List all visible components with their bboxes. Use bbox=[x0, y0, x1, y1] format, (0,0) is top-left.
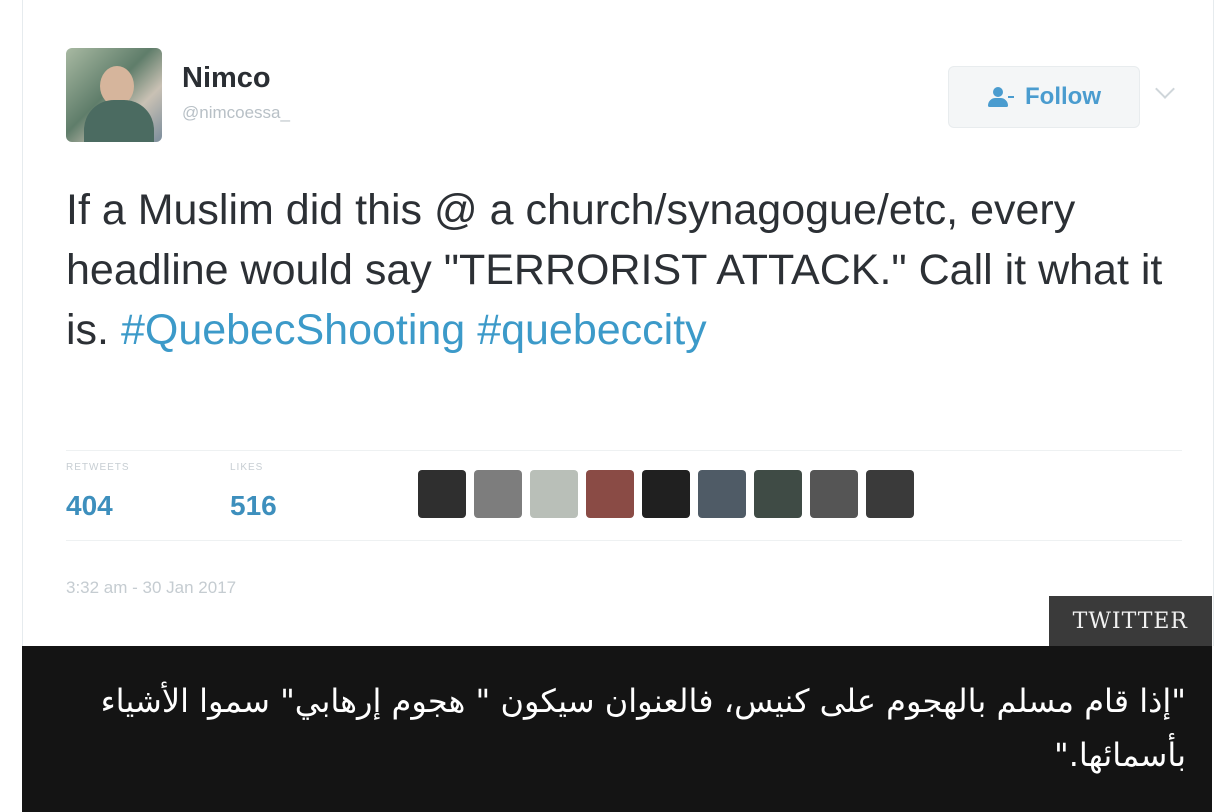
tweet-timestamp[interactable]: 3:32 am - 30 Jan 2017 bbox=[66, 578, 236, 598]
likes-count[interactable]: 516 bbox=[230, 490, 277, 522]
author-avatar[interactable] bbox=[66, 48, 162, 142]
divider bbox=[66, 540, 1182, 541]
liker-avatar[interactable] bbox=[642, 470, 690, 518]
liker-avatar[interactable] bbox=[698, 470, 746, 518]
retweets-count[interactable]: 404 bbox=[66, 490, 113, 522]
author-handle[interactable]: @nimcoessa_ bbox=[182, 103, 290, 123]
liker-avatar[interactable] bbox=[418, 470, 466, 518]
follow-label: Follow bbox=[1025, 83, 1101, 110]
avatar-body bbox=[84, 100, 154, 142]
hashtag-link[interactable]: #quebeccity bbox=[477, 306, 707, 354]
liker-avatar[interactable] bbox=[586, 470, 634, 518]
source-badge: TWITTER bbox=[1048, 596, 1212, 646]
liker-avatars bbox=[418, 470, 914, 518]
image-caption: "إذا قام مسلم بالهجوم على كنيس، فالعنوان… bbox=[22, 646, 1212, 812]
liker-avatar[interactable] bbox=[866, 470, 914, 518]
retweets-label: RETWEETS bbox=[66, 462, 130, 473]
hashtag-link[interactable]: #QuebecShooting bbox=[121, 306, 465, 354]
liker-avatar[interactable] bbox=[530, 470, 578, 518]
liker-avatar[interactable] bbox=[810, 470, 858, 518]
author-name[interactable]: Nimco bbox=[182, 62, 271, 95]
liker-avatar[interactable] bbox=[754, 470, 802, 518]
add-person-icon bbox=[987, 87, 1015, 107]
liker-avatar[interactable] bbox=[474, 470, 522, 518]
tweet-text: If a Muslim did this @ a church/synagogu… bbox=[66, 180, 1166, 360]
likes-label: LIKES bbox=[230, 462, 264, 473]
follow-button[interactable]: Follow bbox=[948, 66, 1140, 128]
divider bbox=[66, 450, 1182, 451]
